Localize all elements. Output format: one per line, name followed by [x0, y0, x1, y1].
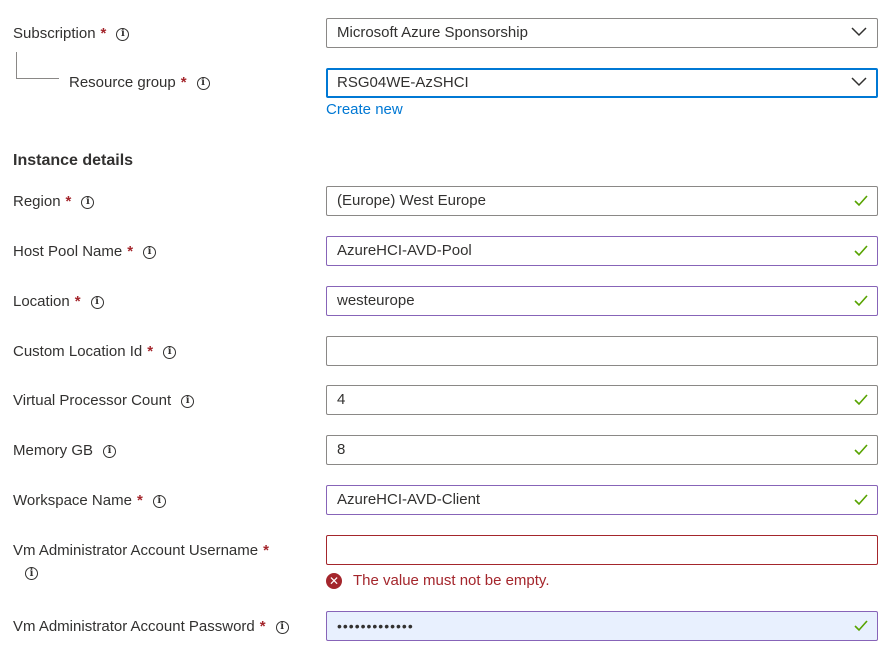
info-icon[interactable]: i	[181, 394, 195, 408]
checkmark-icon	[854, 245, 868, 257]
workspace-name-input[interactable]: AzureHCI-AVD-Client	[326, 485, 878, 515]
checkmark-icon	[854, 195, 868, 207]
info-icon[interactable]: i	[275, 620, 289, 634]
info-icon[interactable]: i	[103, 444, 117, 458]
checkmark-icon	[854, 620, 868, 632]
resource-group-select[interactable]: RSG04WE-AzSHCI	[326, 68, 878, 98]
region-field[interactable]: (Europe) West Europe	[326, 186, 878, 216]
custom-location-id-input[interactable]	[326, 336, 878, 366]
vm-admin-password-input[interactable]: •••••••••••••	[326, 611, 878, 641]
memory-gb-label: Memory GB i	[13, 441, 117, 461]
host-pool-name-input[interactable]: AzureHCI-AVD-Pool	[326, 236, 878, 266]
checkmark-icon	[854, 444, 868, 456]
checkmark-icon	[854, 494, 868, 506]
info-icon[interactable]: i	[152, 494, 166, 508]
custom-location-id-label: Custom Location Id * i	[13, 342, 177, 362]
location-label: Location * i	[13, 292, 104, 312]
workspace-name-label: Workspace Name * i	[13, 491, 166, 511]
memory-gb-input[interactable]: 8	[326, 435, 878, 465]
checkmark-icon	[854, 394, 868, 406]
tree-connector	[16, 52, 59, 79]
subscription-label: Subscription * i	[13, 24, 130, 44]
info-icon[interactable]: i	[90, 295, 104, 309]
section-heading: Instance details	[13, 152, 134, 169]
info-icon[interactable]: i	[143, 245, 157, 259]
vm-admin-password-label: Vm Administrator Account Password * i	[13, 617, 289, 637]
vm-admin-username-input[interactable]	[326, 535, 878, 565]
info-icon[interactable]: i	[25, 567, 38, 580]
virtual-processor-count-label: Virtual Processor Count i	[13, 391, 195, 411]
error-icon: ✕	[326, 572, 342, 589]
info-icon[interactable]: i	[163, 345, 177, 359]
resource-group-label: Resource group * i	[69, 73, 210, 93]
info-icon[interactable]: i	[196, 76, 210, 90]
info-icon[interactable]: i	[81, 195, 95, 209]
checkmark-icon	[854, 295, 868, 307]
region-label: Region * i	[13, 192, 95, 212]
vm-admin-username-label: Vm Administrator Account Username *	[13, 542, 269, 559]
virtual-processor-count-input[interactable]: 4	[326, 385, 878, 415]
location-input[interactable]: westeurope	[326, 286, 878, 316]
chevron-down-icon	[851, 27, 867, 37]
create-new-link[interactable]: Create new	[326, 101, 403, 118]
info-icon[interactable]: i	[116, 27, 130, 41]
chevron-down-icon	[851, 77, 867, 87]
validation-error: ✕ The value must not be empty.	[326, 572, 550, 589]
host-pool-name-label: Host Pool Name * i	[13, 242, 157, 262]
subscription-select[interactable]: Microsoft Azure Sponsorship	[326, 18, 878, 48]
